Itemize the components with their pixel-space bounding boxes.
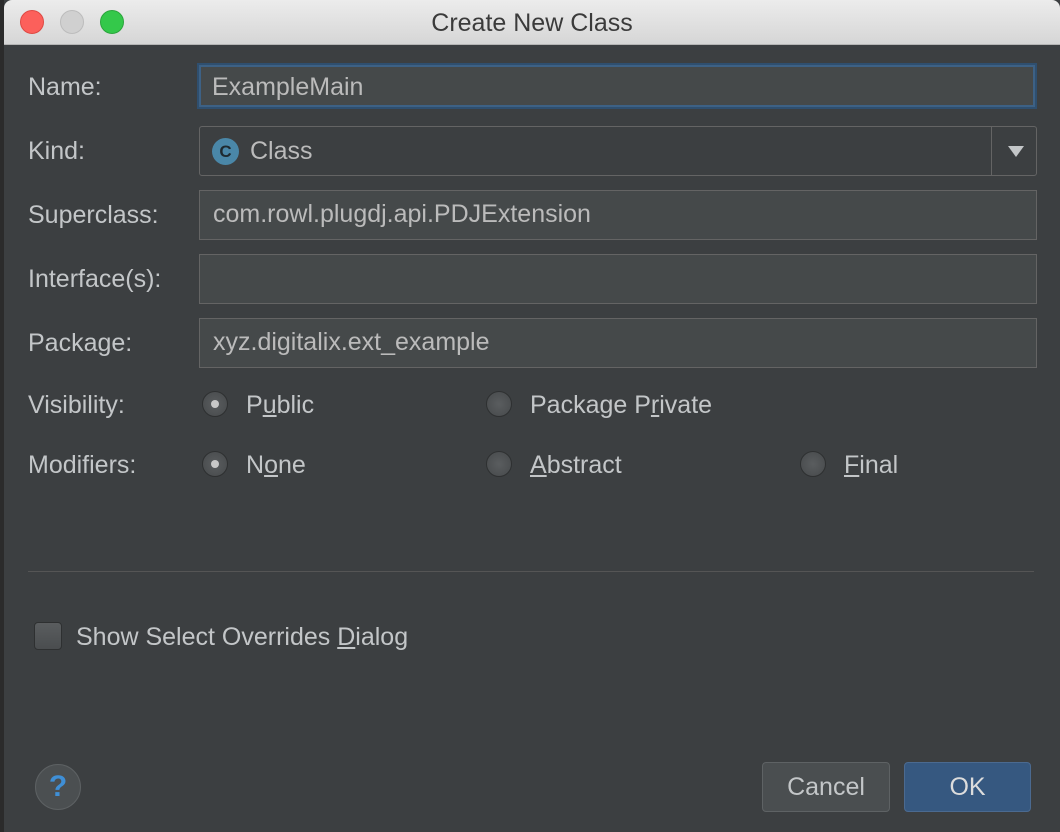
show-overrides-checkbox[interactable]: [34, 622, 62, 650]
kind-label: Kind:: [28, 137, 85, 165]
modifier-none-radio[interactable]: [202, 451, 228, 477]
modifier-abstract-label[interactable]: Abstract: [530, 451, 622, 480]
visibility-public-label[interactable]: Public: [246, 391, 314, 420]
modifier-none-label[interactable]: None: [246, 451, 306, 480]
create-class-dialog: Create New Class Name: ExampleMain Kind:…: [4, 0, 1060, 832]
modifier-final-label[interactable]: Final: [844, 451, 898, 480]
kind-select[interactable]: C Class: [199, 126, 1037, 176]
visibility-public-radio[interactable]: [202, 391, 228, 417]
package-label: Package:: [28, 329, 133, 357]
help-button[interactable]: ?: [35, 764, 81, 810]
kind-select-value: Class: [250, 137, 313, 165]
superclass-label: Superclass:: [28, 201, 159, 229]
name-input[interactable]: ExampleMain: [199, 65, 1035, 107]
dialog-title: Create New Class: [431, 9, 633, 37]
chevron-down-icon[interactable]: [1008, 146, 1024, 157]
cancel-button[interactable]: Cancel: [762, 762, 890, 812]
modifier-final-radio[interactable]: [800, 451, 826, 477]
section-divider: [28, 571, 1034, 572]
interfaces-input[interactable]: [199, 254, 1037, 304]
kind-select-divider: [991, 127, 992, 175]
modifier-abstract-radio[interactable]: [486, 451, 512, 477]
superclass-input[interactable]: com.rowl.plugdj.api.PDJExtension: [199, 190, 1037, 240]
visibility-package-private-label[interactable]: Package Private: [530, 391, 712, 420]
class-icon: C: [212, 138, 239, 165]
ok-button[interactable]: OK: [904, 762, 1031, 812]
package-input[interactable]: xyz.digitalix.ext_example: [199, 318, 1037, 368]
question-mark-icon: ?: [48, 770, 68, 803]
visibility-label: Visibility:: [28, 391, 125, 419]
show-overrides-label[interactable]: Show Select Overrides Dialog: [76, 623, 408, 652]
modifiers-label: Modifiers:: [28, 451, 137, 479]
interfaces-label: Interface(s):: [28, 265, 162, 293]
name-label: Name:: [28, 73, 102, 101]
title-bar: Create New Class: [4, 0, 1060, 45]
visibility-package-private-radio[interactable]: [486, 391, 512, 417]
